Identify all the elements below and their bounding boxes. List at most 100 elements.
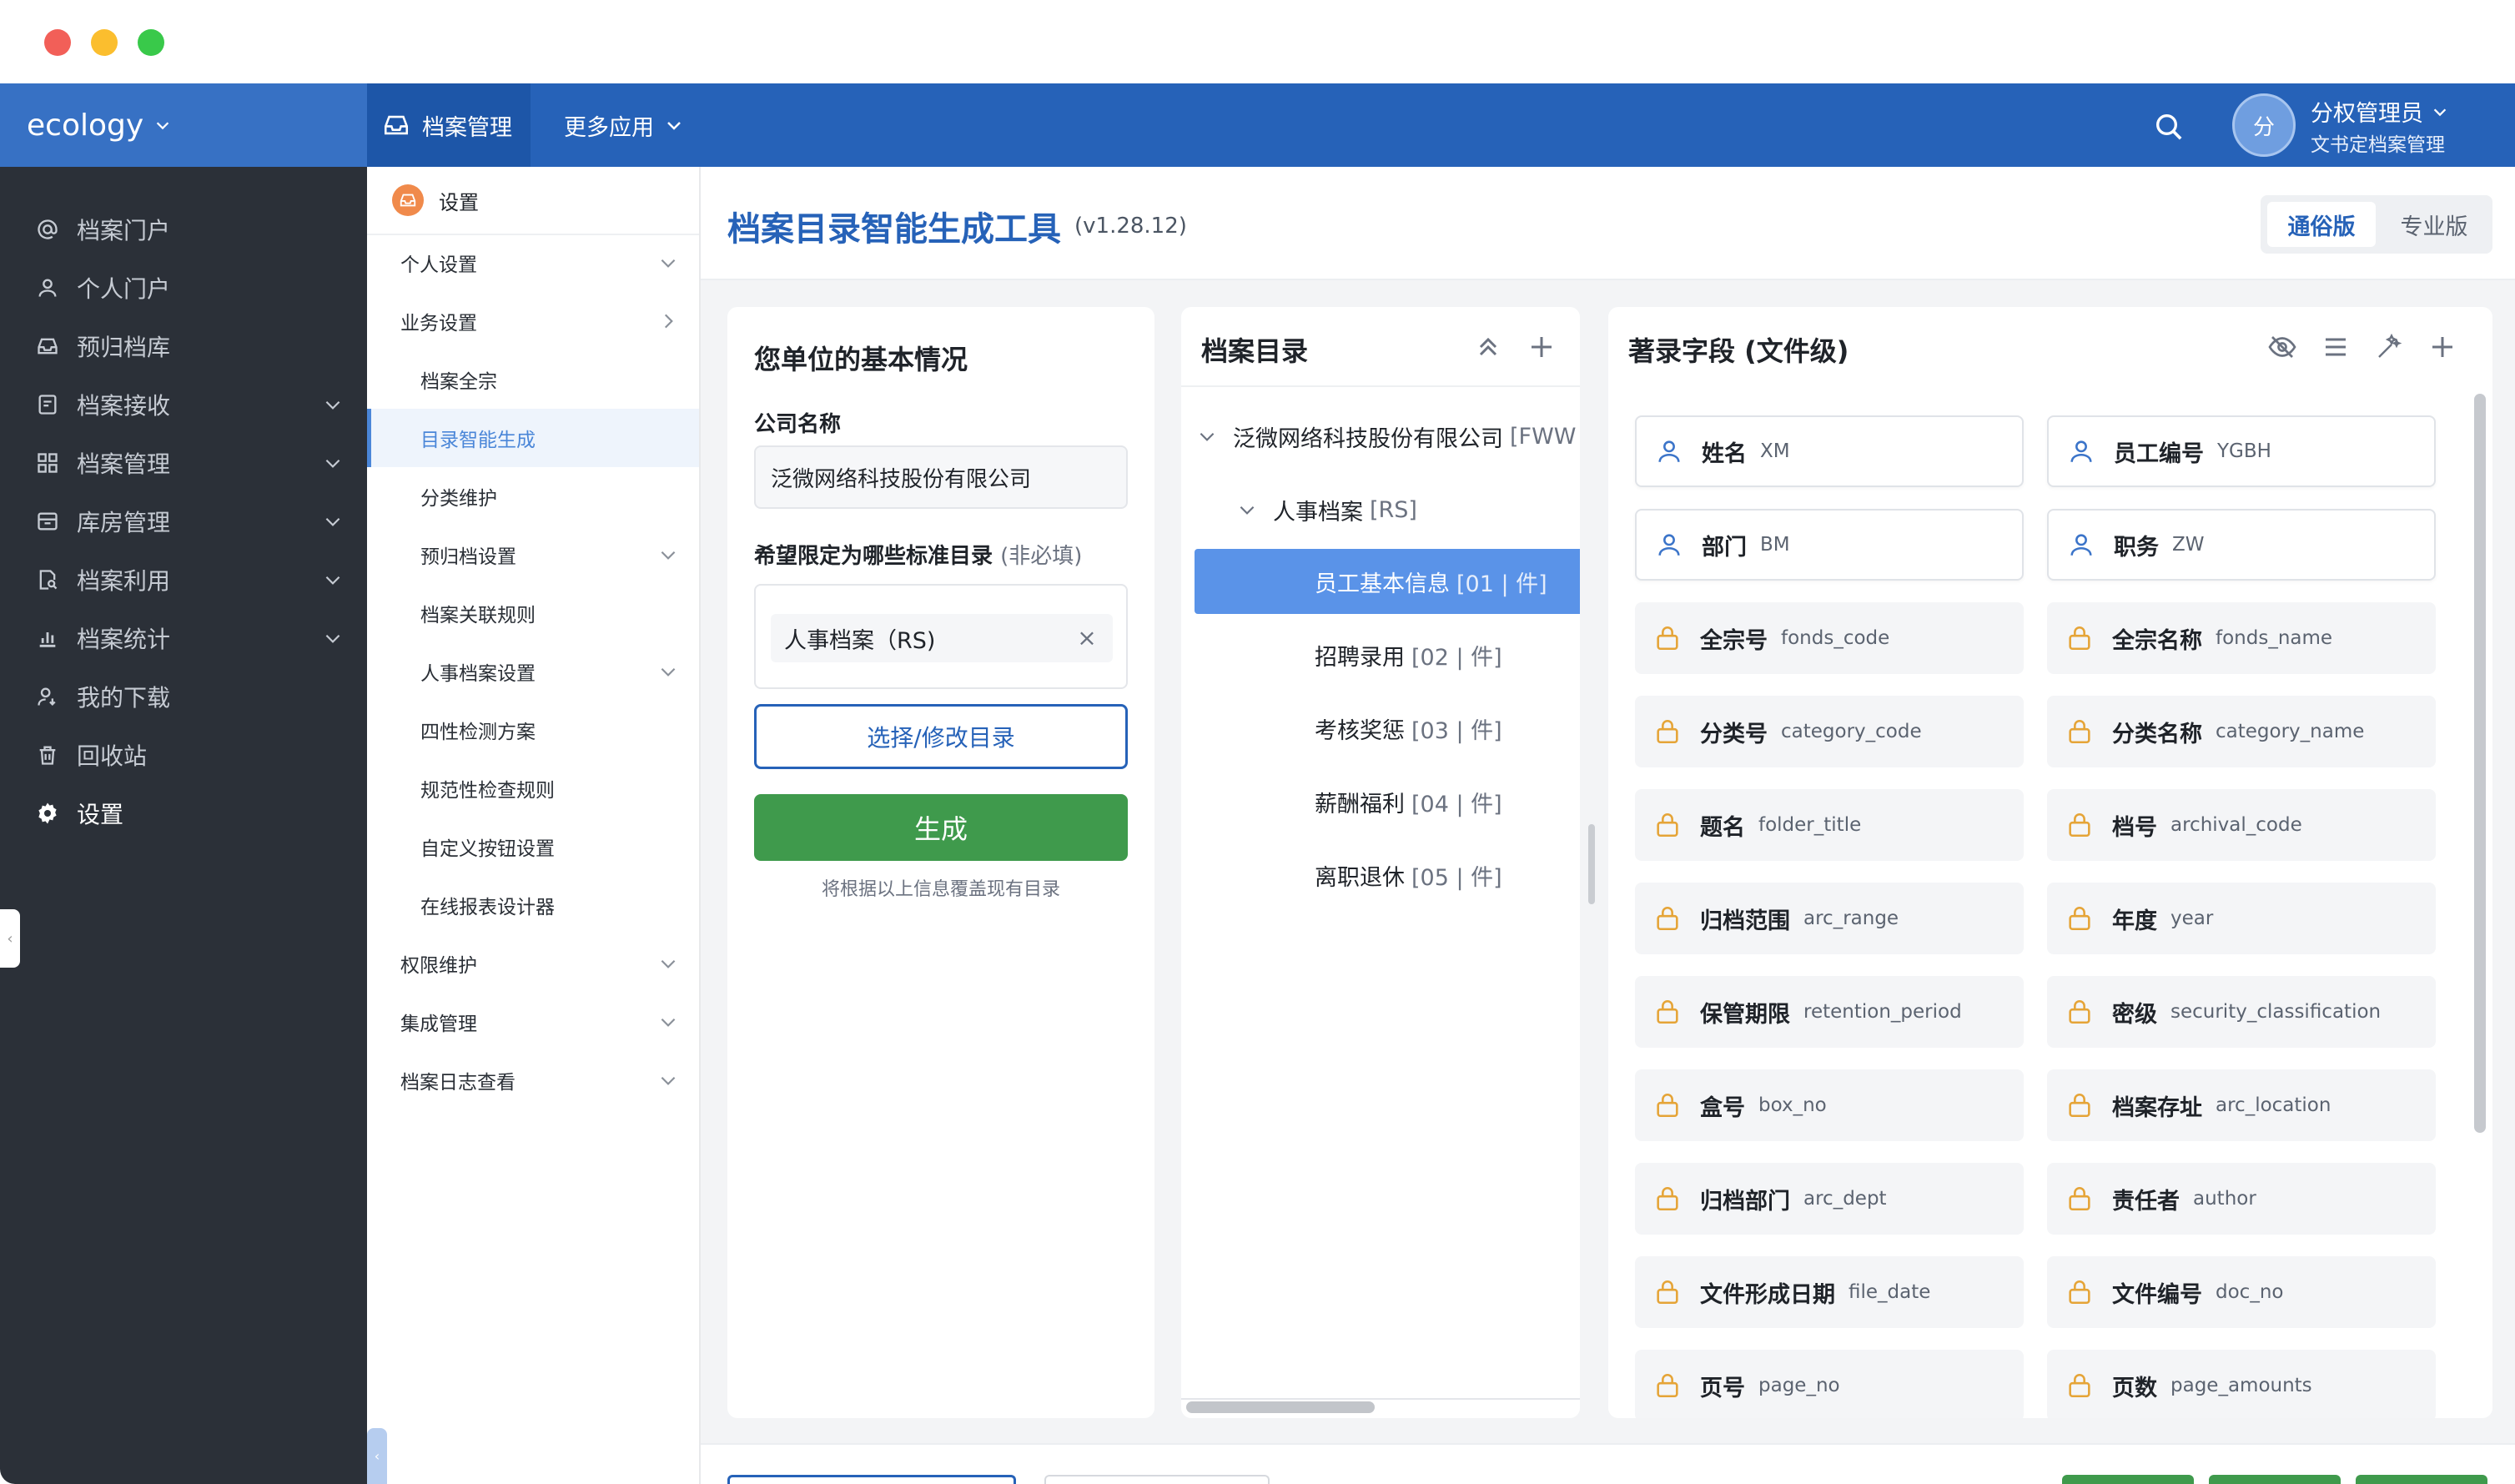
maximize-window-button[interactable] — [138, 29, 164, 56]
search-icon[interactable] — [2152, 110, 2186, 143]
field-card[interactable]: 员工编号 YGBH — [2047, 415, 2436, 487]
bar-chart-icon — [35, 626, 60, 651]
tree-node-group[interactable]: 人事档案 [RS] — [1236, 477, 1417, 542]
edition-common-button[interactable]: 通俗版 — [2267, 202, 2376, 247]
field-card[interactable]: 全宗名称 fonds_name — [2047, 602, 2436, 674]
catalog-tag: 人事档案（RS) × — [771, 614, 1113, 662]
collapse-subnav-handle[interactable]: ‹ — [367, 1428, 387, 1484]
subnav-item-label: 四性检测方案 — [420, 722, 536, 743]
sidebar-item-pre-archive[interactable]: 预归档库 — [0, 317, 367, 375]
field-card[interactable]: 题名 folder_title — [1635, 789, 2024, 861]
avatar[interactable]: 分 — [2232, 93, 2296, 157]
field-card[interactable]: 档案存址 arc_location — [2047, 1069, 2436, 1141]
sidebar-item-recycle-bin[interactable]: 回收站 — [0, 726, 367, 784]
subnav-item-association-rules[interactable]: 档案关联规则 — [367, 584, 699, 642]
field-name: 档案存址 — [2112, 1094, 2202, 1121]
subnav-item-integration-management[interactable]: 集成管理 — [367, 993, 699, 1051]
field-card[interactable]: 职务 ZW — [2047, 509, 2436, 581]
selected-catalog-box[interactable]: 人事档案（RS) × — [754, 584, 1128, 689]
sidebar-item-archive-portal[interactable]: 档案门户 — [0, 200, 367, 259]
list-icon[interactable] — [2321, 332, 2351, 362]
bottom-pagination[interactable] — [1044, 1475, 1270, 1484]
select-catalog-button[interactable]: 选择/修改目录 — [754, 704, 1128, 769]
subnav-item-pre-archive-settings[interactable]: 预归档设置 — [367, 526, 699, 584]
generate-button[interactable]: 生成 — [754, 794, 1128, 861]
sidebar-item-archive-stats[interactable]: 档案统计 — [0, 609, 367, 667]
tab-archive-management[interactable]: 档案管理 — [367, 83, 531, 167]
bottom-confirm-button[interactable] — [2209, 1475, 2341, 1484]
close-window-button[interactable] — [44, 29, 71, 56]
field-card[interactable]: 盒号 box_no — [1635, 1069, 2024, 1141]
tree-node-child[interactable]: 离职退休 [05 | 件] — [1315, 843, 1502, 908]
sidebar-item-warehouse[interactable]: 库房管理 — [0, 492, 367, 551]
sidebar-item-archive-receive[interactable]: 档案接收 — [0, 375, 367, 434]
tree-node-child[interactable]: 薪酬福利 [04 | 件] — [1315, 769, 1502, 834]
bottom-confirm-button[interactable] — [2356, 1475, 2487, 1484]
subnav-item-business-settings[interactable]: 业务设置 — [367, 292, 699, 350]
sidebar-item-archive-management[interactable]: 档案管理 — [0, 434, 367, 492]
sidebar-item-label: 我的下载 — [77, 684, 171, 712]
field-card[interactable]: 分类号 category_code — [1635, 696, 2024, 767]
field-card[interactable]: 年度 year — [2047, 883, 2436, 954]
user-icon — [2067, 437, 2095, 465]
sidebar-item-personal-portal[interactable]: 个人门户 — [0, 259, 367, 317]
add-icon[interactable] — [2427, 332, 2457, 362]
tree-node-child[interactable]: 招聘录用 [02 | 件] — [1315, 622, 1502, 687]
user-menu[interactable]: 分权管理员 — [2311, 95, 2449, 128]
field-card[interactable]: 页号 page_no — [1635, 1350, 2024, 1418]
subnav-item-hr-archive-settings[interactable]: 人事档案设置 — [367, 642, 699, 701]
horizontal-scrollbar[interactable] — [1186, 1401, 1375, 1413]
field-card[interactable]: 归档部门 arc_dept — [1635, 1163, 2024, 1235]
subnav-item-archive-log[interactable]: 档案日志查看 — [367, 1051, 699, 1109]
subnav-item-report-designer[interactable]: 在线报表设计器 — [367, 876, 699, 934]
field-card[interactable]: 保管期限 retention_period — [1635, 976, 2024, 1048]
tree-node-root[interactable]: 泛微网络科技股份有限公司 [FWW — [1196, 404, 1576, 469]
field-card[interactable]: 页数 page_amounts — [2047, 1350, 2436, 1418]
field-card[interactable]: 分类名称 category_name — [2047, 696, 2436, 767]
minimize-window-button[interactable] — [91, 29, 118, 56]
field-card[interactable]: 部门 BM — [1635, 509, 2024, 581]
field-card[interactable]: 姓名 XM — [1635, 415, 2024, 487]
bottom-action-button[interactable] — [727, 1475, 1016, 1484]
collapse-sidebar-handle[interactable]: ‹ — [0, 909, 20, 968]
subnav-item-personal-settings[interactable]: 个人设置 — [367, 234, 699, 292]
add-icon[interactable] — [1527, 332, 1557, 362]
sidebar-item-archive-use[interactable]: 档案利用 — [0, 551, 367, 609]
tree-node-child[interactable]: 员工基本信息 [01 | 件] — [1195, 549, 1580, 614]
field-card[interactable]: 全宗号 fonds_code — [1635, 602, 2024, 674]
field-card[interactable]: 档号 archival_code — [2047, 789, 2436, 861]
eye-off-icon[interactable] — [2267, 332, 2297, 362]
subnav-item-fonds[interactable]: 档案全宗 — [367, 350, 699, 409]
field-card[interactable]: 文件形成日期 file_date — [1635, 1256, 2024, 1328]
collapse-all-icon[interactable] — [1473, 332, 1503, 362]
field-code: BM — [1760, 534, 1790, 556]
company-name-input[interactable]: 泛微网络科技股份有限公司 — [754, 445, 1128, 509]
tab-more-apps[interactable]: 更多应用 — [564, 83, 684, 167]
edition-pro-button[interactable]: 专业版 — [2382, 202, 2486, 247]
sidebar-item-label: 档案接收 — [77, 392, 171, 420]
splitter-handle[interactable] — [1588, 824, 1595, 904]
chevron-down-icon — [661, 259, 676, 268]
field-card[interactable]: 文件编号 doc_no — [2047, 1256, 2436, 1328]
sidebar-item-my-downloads[interactable]: 我的下载 — [0, 667, 367, 726]
brand-menu[interactable]: ecology — [0, 83, 367, 167]
field-code: XM — [1760, 440, 1790, 462]
field-code: security_classification — [2170, 1001, 2382, 1023]
subnav-item-category-maintenance[interactable]: 分类维护 — [367, 467, 699, 526]
subnav-item-smart-catalog[interactable]: 目录智能生成 — [367, 409, 699, 467]
magic-wand-icon[interactable] — [2374, 332, 2404, 362]
subnav-item-permission-maintenance[interactable]: 权限维护 — [367, 934, 699, 993]
subnav-item-normative-check-rules[interactable]: 规范性检查规则 — [367, 759, 699, 817]
sidebar-item-label: 设置 — [77, 801, 124, 828]
tree-node-child[interactable]: 考核奖惩 [03 | 件] — [1315, 696, 1502, 761]
field-name: 责任者 — [2112, 1188, 2180, 1215]
vertical-scrollbar[interactable] — [2474, 394, 2486, 1133]
subnav-item-four-property-check[interactable]: 四性检测方案 — [367, 701, 699, 759]
field-card[interactable]: 责任者 author — [2047, 1163, 2436, 1235]
sidebar-item-settings[interactable]: 设置 — [0, 784, 367, 843]
field-card[interactable]: 归档范围 arc_range — [1635, 883, 2024, 954]
subnav-item-custom-button-settings[interactable]: 自定义按钮设置 — [367, 817, 699, 876]
field-card[interactable]: 密级 security_classification — [2047, 976, 2436, 1048]
close-icon[interactable]: × — [1074, 626, 1099, 651]
bottom-confirm-button[interactable] — [2062, 1475, 2194, 1484]
